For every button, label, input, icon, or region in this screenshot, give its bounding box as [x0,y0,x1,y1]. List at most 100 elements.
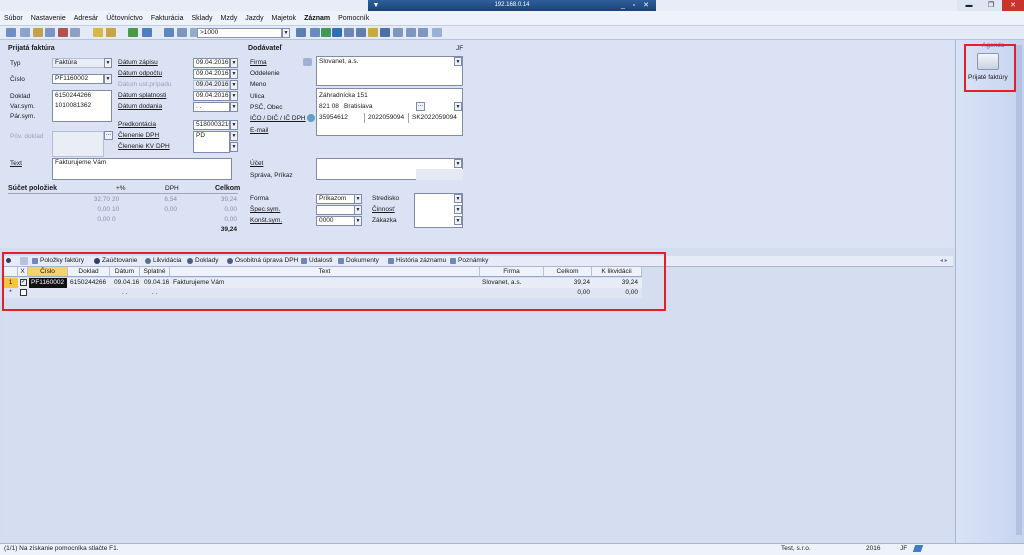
session-pin-icon[interactable]: ▼ [371,0,381,11]
filter-select[interactable]: >1000 [197,28,282,38]
datum-dodania-field[interactable]: . . [193,102,230,112]
datum-splatnosti-field[interactable]: 09.04.2016 [193,91,230,101]
add-icon[interactable] [128,28,138,37]
parsym-label: Pár.sym. [10,113,36,120]
status-user: JF [900,545,908,552]
session-minimize-button[interactable]: _ [618,0,628,11]
navigate-icon[interactable] [142,28,152,37]
summary-col-pct: +% [116,185,126,192]
menu-mzdy[interactable]: Mzdy [221,15,238,22]
menu-pomocnik[interactable]: Pomocník [338,15,369,22]
forma-dropdown-icon[interactable]: ▼ [354,194,362,204]
obec-browse-icon[interactable]: ... [416,102,425,111]
datum-zapisu-label: Dátum zápisu [118,59,158,66]
psc-field[interactable]: 821 08 [319,103,339,110]
menu-nastavenie[interactable]: Nastavenie [31,15,66,22]
minimize-button[interactable]: ▬ [958,0,980,11]
typ-dropdown-icon[interactable]: ▼ [104,58,112,68]
session-close-button[interactable]: ✕ [641,0,651,11]
save-all-icon[interactable] [177,28,187,37]
datum-odpoctu-dropdown-icon[interactable]: ▼ [230,69,238,79]
globe-icon[interactable] [332,28,342,37]
menu-adresar[interactable]: Adresár [74,15,99,22]
doklad-field[interactable]: 6150244266 [55,92,91,99]
help-icon[interactable] [432,28,442,37]
window2-icon[interactable] [406,28,416,37]
zakazka-dropdown-icon[interactable]: ▼ [454,216,462,225]
menu-majetok[interactable]: Majetok [272,15,297,22]
datum-dodania-dropdown-icon[interactable]: ▼ [230,102,238,112]
clenenie-dph-label: Členenie DPH [118,132,160,139]
icdph-field[interactable]: SK2022059094 [412,114,457,121]
status-company: Test, s.r.o. [781,545,811,552]
copy-icon[interactable] [70,28,80,37]
menu-zaznam[interactable]: Záznam [304,15,330,22]
firma-dropdown-icon[interactable]: ▼ [454,57,462,66]
clenenie-kv-dropdown-icon[interactable]: ▼ [230,142,238,152]
ico-field[interactable]: 35954612 [319,114,348,121]
close-button[interactable]: ✕ [1002,0,1024,11]
datum-zapisu-dropdown-icon[interactable]: ▼ [230,58,238,68]
restore-button[interactable]: ❐ [980,0,1002,11]
filter-dropdown-icon[interactable]: ▼ [282,28,290,38]
text-field[interactable]: Fakturujeme Vám [52,158,232,180]
ico-lookup-icon[interactable] [307,114,315,122]
ucet-dropdown-icon[interactable]: ▼ [454,159,462,168]
edit-icon[interactable] [33,28,43,37]
list-icon[interactable] [6,28,16,37]
predkontacia-field[interactable]: 518000321000 [193,120,230,130]
refresh-icon[interactable] [321,28,331,37]
oddelenie-label: Oddelenie [250,70,280,77]
predkontacia-dropdown-icon[interactable]: ▼ [230,120,238,130]
cinnost-dropdown-icon[interactable]: ▼ [454,205,462,214]
calc-icon[interactable] [344,28,354,37]
zoom-icon[interactable] [310,28,320,37]
folder-icon[interactable] [93,28,103,37]
tabs-pin-icon[interactable]: ◂ ▸ [940,257,948,264]
tools-icon[interactable] [106,28,116,37]
clenenie-dph-dropdown-icon[interactable]: ▼ [230,131,238,141]
typ-select[interactable]: Faktúra [52,58,112,68]
new-record-icon[interactable] [20,28,30,37]
stredisko-dropdown-icon[interactable]: ▼ [454,194,462,203]
zakazka-label: Zákazka [372,217,397,224]
datum-zapisu-field[interactable]: 09.04.2016 [193,58,230,68]
datum-ust-field: 09.04.2016 [193,80,230,90]
summary-dph-2: 0,00 [164,206,177,213]
obec-dropdown-icon[interactable]: ▼ [454,102,462,111]
save-icon[interactable] [164,28,174,37]
delete-icon[interactable] [58,28,68,37]
window3-icon[interactable] [418,28,428,37]
menu-sklady[interactable]: Sklady [192,15,213,22]
session-restore-button[interactable]: ▫ [629,0,639,11]
datum-splatnosti-dropdown-icon[interactable]: ▼ [230,91,238,101]
print-icon[interactable] [45,28,55,37]
predkontacia-label: Predkontácia [118,121,156,128]
clenenie-dph-field[interactable]: PD [193,131,230,153]
status-year: 2016 [866,545,881,552]
specsym-dropdown-icon[interactable]: ▼ [354,205,362,215]
ulica-field[interactable]: Záhradnícka 151 [319,92,368,99]
archive-icon[interactable] [368,28,378,37]
sprava-label: Správa, Príkaz [250,172,293,179]
konstsym-dropdown-icon[interactable]: ▼ [354,216,362,226]
scissors-icon[interactable] [296,28,306,37]
cislo-field[interactable]: PF1160002 [52,74,104,84]
menu-jazdy[interactable]: Jazdy [245,15,263,22]
agenda-scrollbar[interactable] [1016,45,1022,535]
obec-field[interactable]: Bratislava [344,103,373,110]
menu-subor[interactable]: Súbor [4,15,23,22]
menu-fakturacia[interactable]: Fakturácia [151,15,184,22]
text-label: Text [10,160,22,167]
chart-icon[interactable] [380,28,390,37]
firma-lookup-icon[interactable] [303,58,312,66]
datum-odpoctu-field[interactable]: 09.04.2016 [193,69,230,79]
cislo-dropdown-icon[interactable]: ▼ [104,74,112,84]
firma-field[interactable]: Slovanet, a.s. [319,58,358,65]
sprava-field[interactable] [416,169,463,180]
window-icon[interactable] [393,28,403,37]
dic-field[interactable]: 2022059094 [368,114,404,121]
menu-uctovnictvo[interactable]: Účtovníctvo [106,15,143,22]
table-icon[interactable] [356,28,366,37]
varsym-field[interactable]: 1010081362 [55,102,91,109]
